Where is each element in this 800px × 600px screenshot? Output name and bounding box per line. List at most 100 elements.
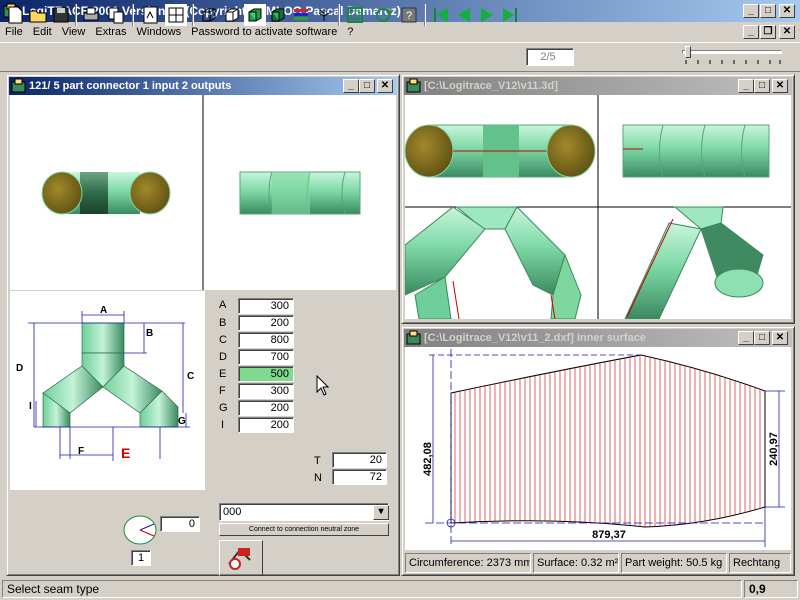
top-views-drawing (41, 95, 361, 290)
connector-window-title: 121/ 5 part connector 1 input 2 outputs (29, 80, 232, 92)
dxf-minimize-button[interactable]: _ (738, 331, 754, 345)
zoom-slider-handle[interactable] (685, 46, 691, 58)
save-icon[interactable] (50, 4, 72, 26)
dim-label-f: F (78, 446, 84, 457)
flat-pattern-drawing: 482,08 240,97 879,37 (422, 349, 785, 547)
circumference-info: Circumference: 2373 mm (405, 553, 531, 573)
last-page-icon[interactable] (499, 4, 521, 26)
side-view-pipe (239, 171, 361, 215)
param-label-i: I (221, 419, 225, 431)
close-button[interactable]: ✕ (779, 4, 795, 18)
dxf-maximize-button[interactable]: □ (754, 331, 770, 345)
dxf-window-title: [C:\Logitrace_V12\v11_2.dxf] Inner surfa… (424, 332, 646, 344)
first-page-icon[interactable] (430, 4, 452, 26)
3d-close-button[interactable]: ✕ (772, 79, 788, 93)
segment-input[interactable]: 1 (131, 550, 151, 566)
angle-input[interactable]: 0 (160, 516, 200, 532)
rotate-icon[interactable] (373, 4, 395, 26)
dimension-diagram-drawing: A B C D I F E G (16, 305, 194, 461)
minimize-button[interactable]: _ (743, 4, 759, 18)
mdi-close-button[interactable]: ✕ (779, 25, 795, 39)
connector-maximize-button[interactable]: □ (359, 79, 375, 93)
four-views-icon[interactable] (165, 4, 187, 26)
parameter-list: A 300 B 200 C 800 D 700 E 500 F 300 G 20… (210, 297, 300, 437)
3d-maximize-button[interactable]: □ (754, 79, 770, 93)
n-input[interactable]: 72 (332, 469, 387, 485)
dropdown-arrow-icon[interactable]: ▾ (373, 505, 389, 520)
seam-type-select[interactable]: 000 (219, 503, 389, 521)
flat-pattern-outline (450, 354, 766, 528)
param-input-i[interactable]: 200 (238, 417, 294, 433)
t-input[interactable]: 20 (332, 452, 387, 468)
toolbar (0, 42, 800, 72)
print-icon[interactable] (80, 4, 102, 26)
seam-type-value: 000 (223, 506, 242, 518)
dim-label-c: C (187, 371, 194, 382)
dim-label-a: A (100, 305, 107, 316)
document-icon (11, 78, 26, 93)
y-connector-shape (42, 322, 179, 428)
param-label-d: D (219, 351, 227, 363)
param-input-d[interactable]: 700 (238, 349, 294, 365)
connect-neutral-zone-button[interactable]: Connect to connection neutral zone (219, 523, 389, 536)
prev-page-icon[interactable] (453, 4, 475, 26)
dxf-window-titlebar: [C:\Logitrace_V12\v11_2.dxf] Inner surfa… (404, 329, 792, 347)
param-input-b[interactable]: 200 (238, 315, 294, 331)
connector-close-button[interactable]: ✕ (377, 79, 393, 93)
3d-document-icon (406, 78, 421, 93)
param-input-e[interactable]: 500 (238, 366, 294, 382)
param-input-f[interactable]: 300 (238, 383, 294, 399)
zoom-slider[interactable] (682, 46, 782, 58)
connector-minimize-button[interactable]: _ (343, 79, 359, 93)
3d-viewport-drawing (405, 95, 791, 319)
next-page-icon[interactable] (476, 4, 498, 26)
open-icon[interactable] (27, 4, 49, 26)
layers-icon[interactable] (290, 4, 312, 26)
3d-window-titlebar: [C:\Logitrace_V12\v11.3d] (404, 77, 792, 95)
param-input-a[interactable]: 300 (238, 298, 294, 314)
param-label-b: B (219, 317, 227, 329)
seam-icon[interactable] (344, 4, 366, 26)
3d-window-title: [C:\Logitrace_V12\v11.3d] (424, 80, 558, 92)
mouse-cursor-icon (316, 375, 330, 396)
dim-height-right: 240,97 (768, 432, 780, 466)
help-icon[interactable]: ? (398, 4, 420, 26)
connect-neutral-zone-label: Connect to connection neutral zone (248, 526, 360, 533)
copy-icon[interactable] (105, 4, 127, 26)
dim-label-g: G (178, 416, 186, 427)
dim-label-d: D (16, 363, 23, 374)
mdi-restore-button[interactable]: ❐ (760, 25, 776, 39)
dim-label-i: I (29, 401, 32, 412)
shaded-icon[interactable] (244, 4, 266, 26)
3d-minimize-button[interactable]: _ (738, 79, 754, 93)
dxf-close-button[interactable]: ✕ (772, 331, 788, 345)
t-label: T (314, 455, 321, 467)
param-label-g: G (219, 402, 228, 414)
tree-icon[interactable] (313, 4, 335, 26)
param-input-g[interactable]: 200 (238, 400, 294, 416)
wireframe-icon[interactable] (198, 4, 220, 26)
3d-side-y (624, 206, 764, 319)
angle-dial-icon[interactable] (120, 512, 160, 548)
maximize-button[interactable]: □ (760, 4, 776, 18)
dim-width-bottom: 879,37 (592, 529, 626, 541)
param-label-a: A (219, 299, 227, 311)
zoom-slider-ticks (685, 60, 781, 64)
shape-info: Rechtang (729, 553, 791, 573)
dim-label-e: E (121, 445, 130, 461)
dim-height-left: 482,08 (422, 442, 434, 476)
single-view-icon[interactable] (140, 4, 162, 26)
connector-window-titlebar: 121/ 5 part connector 1 input 2 outputs (9, 77, 397, 95)
param-input-c[interactable]: 800 (238, 332, 294, 348)
dxf-document-icon (406, 330, 421, 345)
top-view-pipe (41, 171, 171, 215)
hidden-line-icon[interactable] (221, 4, 243, 26)
status-bar: Select seam type 0,9 (0, 578, 800, 600)
mdi-minimize-button[interactable]: _ (743, 25, 759, 39)
page-indicator: 2/5 (526, 48, 574, 66)
param-label-c: C (219, 334, 227, 346)
3d-top-pipe (405, 124, 596, 178)
param-label-e: E (219, 368, 227, 380)
new-icon[interactable] (4, 4, 26, 26)
shaded-edges-icon[interactable] (267, 4, 289, 26)
